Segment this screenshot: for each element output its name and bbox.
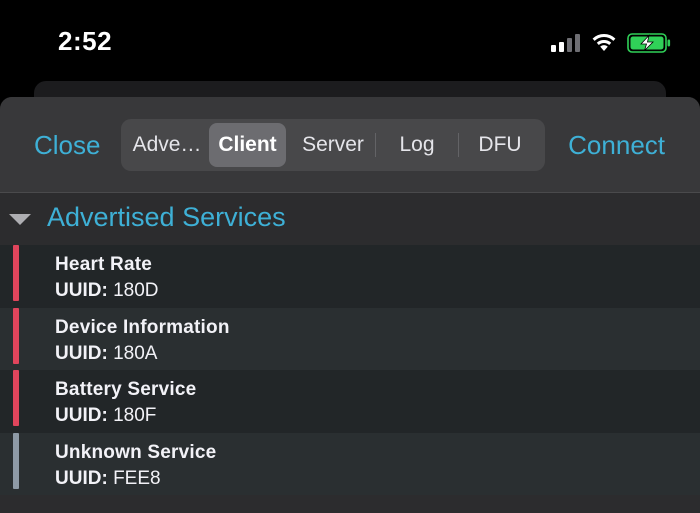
- uuid-label: UUID:: [55, 280, 108, 301]
- uuid-value: FEE8: [113, 467, 161, 489]
- tab-log[interactable]: Log: [376, 123, 458, 167]
- tab-client[interactable]: Client: [209, 123, 286, 167]
- service-uuid: UUID: 180D: [55, 280, 158, 302]
- next-section-header: [0, 495, 700, 513]
- service-name: Battery Service: [55, 379, 197, 400]
- service-accent-bar: [13, 245, 19, 301]
- service-row-battery-service[interactable]: Battery Service UUID: 180F: [0, 370, 700, 433]
- service-row-heart-rate[interactable]: Heart Rate UUID: 180D: [0, 245, 700, 308]
- service-name: Device Information: [55, 316, 230, 338]
- signal-icon: [551, 34, 583, 52]
- navigation-bar: Close Adve… Client Server Log DFU Connec…: [0, 97, 700, 193]
- phone-screen: 2:52 Close Adve… Client Server Log DFU C…: [0, 0, 700, 513]
- peripheral-sheet: Close Adve… Client Server Log DFU Connec…: [0, 97, 700, 513]
- service-accent-bar: [13, 370, 19, 426]
- service-row-unknown-service[interactable]: Unknown Service UUID: FEE8: [0, 432, 700, 495]
- service-accent-bar: [13, 307, 19, 364]
- service-name: Heart Rate: [55, 254, 153, 275]
- tab-dfu[interactable]: DFU: [459, 123, 541, 167]
- uuid-label: UUID:: [55, 342, 108, 364]
- service-row-device-information[interactable]: Device Information UUID: 180A: [0, 307, 700, 370]
- service-uuid: UUID: 180F: [55, 405, 156, 427]
- uuid-value: 180F: [113, 405, 157, 426]
- tab-advertisement[interactable]: Adve…: [125, 123, 209, 167]
- uuid-value: 180D: [113, 280, 159, 301]
- connect-button[interactable]: Connect: [568, 130, 665, 161]
- disclosure-triangle-icon[interactable]: [9, 214, 31, 225]
- service-accent-bar: [13, 432, 19, 489]
- wifi-icon: [592, 33, 616, 51]
- service-name: Unknown Service: [55, 441, 217, 463]
- service-uuid: UUID: 180A: [55, 343, 157, 365]
- section-header-advertised-services[interactable]: Advertised Services: [0, 193, 700, 245]
- section-title: Advertised Services: [47, 202, 286, 232]
- status-time: 2:52: [58, 26, 113, 56]
- close-button[interactable]: Close: [34, 130, 100, 161]
- battery-charging-icon: [627, 33, 671, 53]
- uuid-value: 180A: [113, 342, 158, 364]
- tab-server[interactable]: Server: [291, 123, 375, 167]
- uuid-label: UUID:: [55, 405, 108, 426]
- service-uuid: UUID: FEE8: [55, 468, 161, 490]
- tab-segmented-control: Adve… Client Server Log DFU: [121, 119, 545, 171]
- uuid-label: UUID:: [55, 467, 108, 489]
